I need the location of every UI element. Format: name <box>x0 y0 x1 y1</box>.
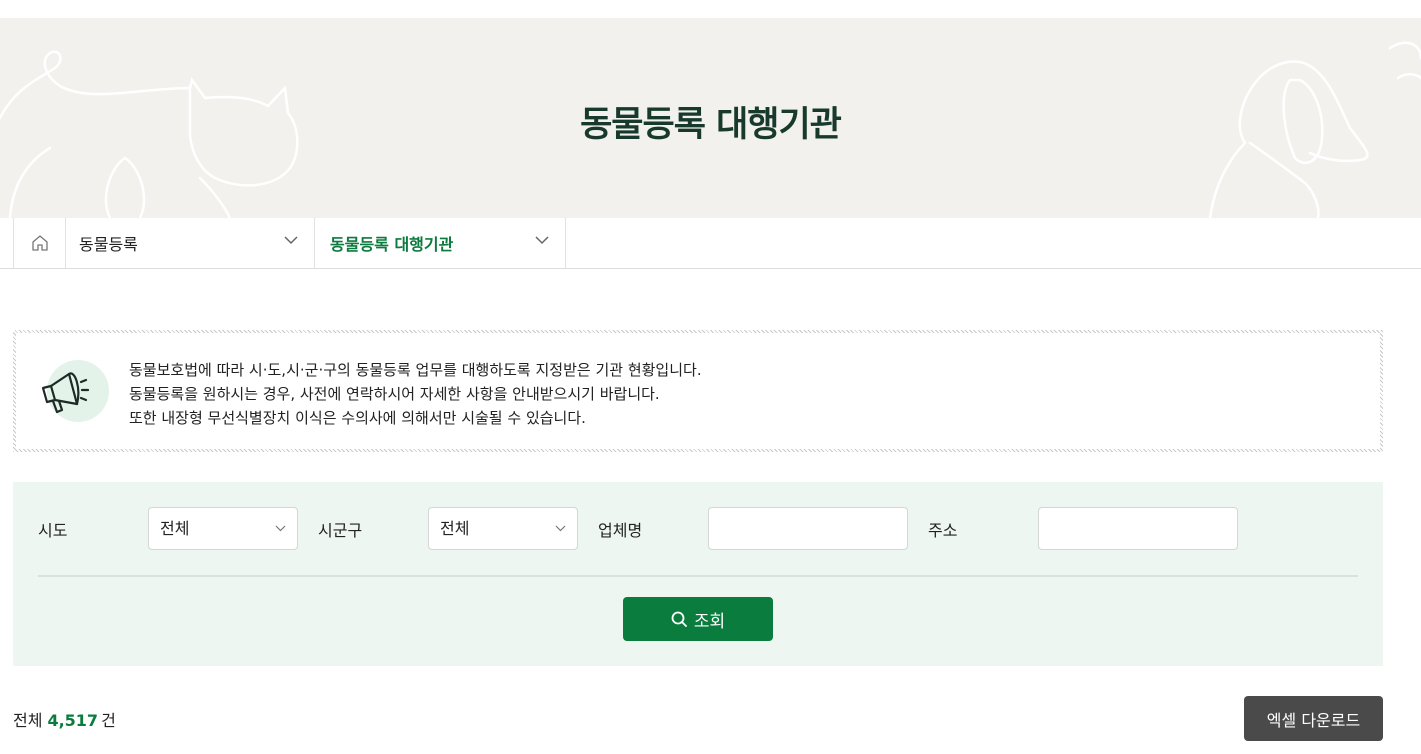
address-label: 주소 <box>928 521 958 540</box>
chevron-down-icon <box>535 236 549 245</box>
notice-line: 또한 내장형 무선식별장치 이식은 수의사에 의해서만 시술될 수 있습니다. <box>129 409 586 427</box>
sido-label: 시도 <box>38 521 68 540</box>
total-unit: 건 <box>101 711 116 730</box>
address-input[interactable] <box>1038 507 1238 550</box>
sigungu-select-value: 전체 <box>440 519 470 538</box>
excel-download-button[interactable]: 엑셀 다운로드 <box>1244 696 1383 741</box>
total-count: 전체 4,517 건 <box>13 707 116 731</box>
breadcrumb-level2-label: 동물등록 대행기관 <box>330 235 454 254</box>
sido-select-value: 전체 <box>160 519 190 538</box>
chevron-down-icon <box>284 236 298 245</box>
search-icon <box>671 611 687 627</box>
notice-line: 동물등록을 원하시는 경우, 사전에 연락하시어 자세한 사항을 안내받으시기 … <box>129 385 660 403</box>
divider <box>38 575 1358 577</box>
sigungu-label: 시군구 <box>318 521 363 540</box>
search-button[interactable]: 조회 <box>623 597 773 641</box>
breadcrumb-level2-dropdown[interactable]: 동물등록 대행기관 <box>316 218 566 268</box>
company-name-input[interactable] <box>708 507 908 550</box>
breadcrumb-level1-label: 동물등록 <box>79 235 138 254</box>
breadcrumb-level1-dropdown[interactable]: 동물등록 <box>65 218 315 268</box>
chevron-down-icon <box>555 525 566 532</box>
notice-box: 동물보호법에 따라 시·도,시·군·구의 동물등록 업무를 대행하도록 지정받은… <box>13 330 1383 452</box>
search-button-label: 조회 <box>693 611 726 632</box>
total-count-value: 4,517 <box>47 711 99 730</box>
notice-text: 동물보호법에 따라 시·도,시·군·구의 동물등록 업무를 대행하도록 지정받은… <box>129 358 702 430</box>
sido-select[interactable]: 전체 <box>148 507 298 550</box>
company-label: 업체명 <box>598 521 643 540</box>
notice-line: 동물보호법에 따라 시·도,시·군·구의 동물등록 업무를 대행하도록 지정받은… <box>129 361 702 379</box>
search-panel: 시도 전체 시군구 전체 업체명 주소 조회 <box>13 482 1383 666</box>
page-title: 동물등록 대행기관 <box>580 105 842 145</box>
breadcrumb: 동물등록 동물등록 대행기관 <box>0 218 1421 269</box>
chevron-down-icon <box>275 525 286 532</box>
excel-download-label: 엑셀 다운로드 <box>1266 710 1361 730</box>
megaphone-icon <box>41 360 109 422</box>
sigungu-select[interactable]: 전체 <box>428 507 578 550</box>
home-icon <box>31 235 48 251</box>
hero-banner: 동물등록 대행기관 <box>0 18 1421 218</box>
breadcrumb-home[interactable] <box>13 218 66 268</box>
total-label: 전체 <box>13 711 43 730</box>
